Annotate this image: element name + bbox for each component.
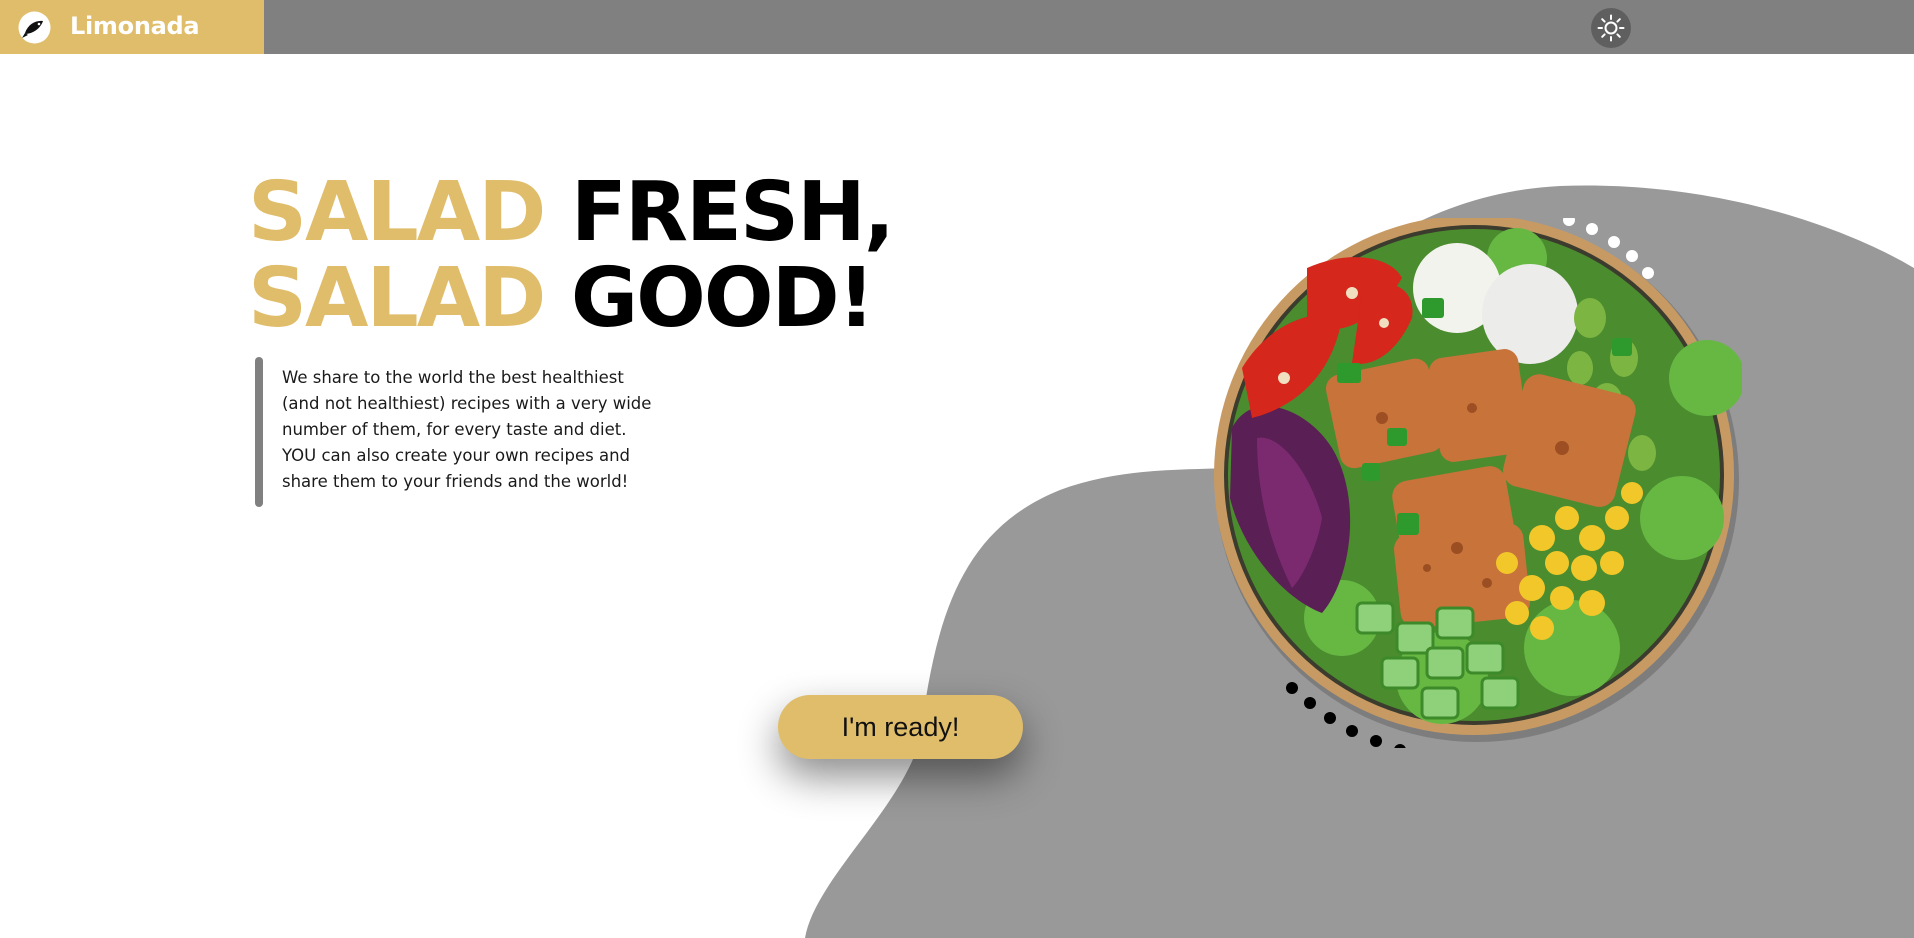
hero-description-line: (and not healthiest) recipes with a very… (282, 394, 652, 413)
theme-toggle-button[interactable] (1591, 8, 1631, 48)
hero-title-accent-2: SALAD (248, 251, 546, 346)
hero-description-line: share them to your friends and the world… (282, 472, 629, 491)
brand-name: Limonada (70, 12, 200, 40)
hero-title-text-1: FRESH, (544, 165, 895, 260)
hero-title: SALAD FRESH, SALAD GOOD! (248, 170, 895, 342)
landing-page: Limonada SALAD FRESH, SALAD GOOD! We sha… (0, 0, 1914, 938)
hero-title-accent-1: SALAD (248, 165, 546, 260)
salad-bowl-image (1214, 218, 1742, 748)
fish-icon (18, 11, 51, 44)
hero-description-line: YOU can also create your own recipes and (282, 446, 630, 465)
brand-home-link[interactable]: Limonada (0, 0, 264, 54)
sun-icon (1597, 14, 1625, 42)
hero-title-line-2: SALAD GOOD! (248, 256, 893, 342)
top-navbar: Limonada (0, 0, 1914, 54)
hero-description: We share to the world the best healthies… (282, 365, 682, 495)
description-accent-bar (255, 357, 263, 507)
hero-title-text-2: GOOD! (544, 251, 875, 346)
hero-title-line-1: SALAD FRESH, (248, 170, 895, 256)
im-ready-button[interactable]: I'm ready! (778, 695, 1023, 759)
hero-description-line: number of them, for every taste and diet… (282, 420, 627, 439)
hero-description-line: We share to the world the best healthies… (282, 368, 624, 387)
